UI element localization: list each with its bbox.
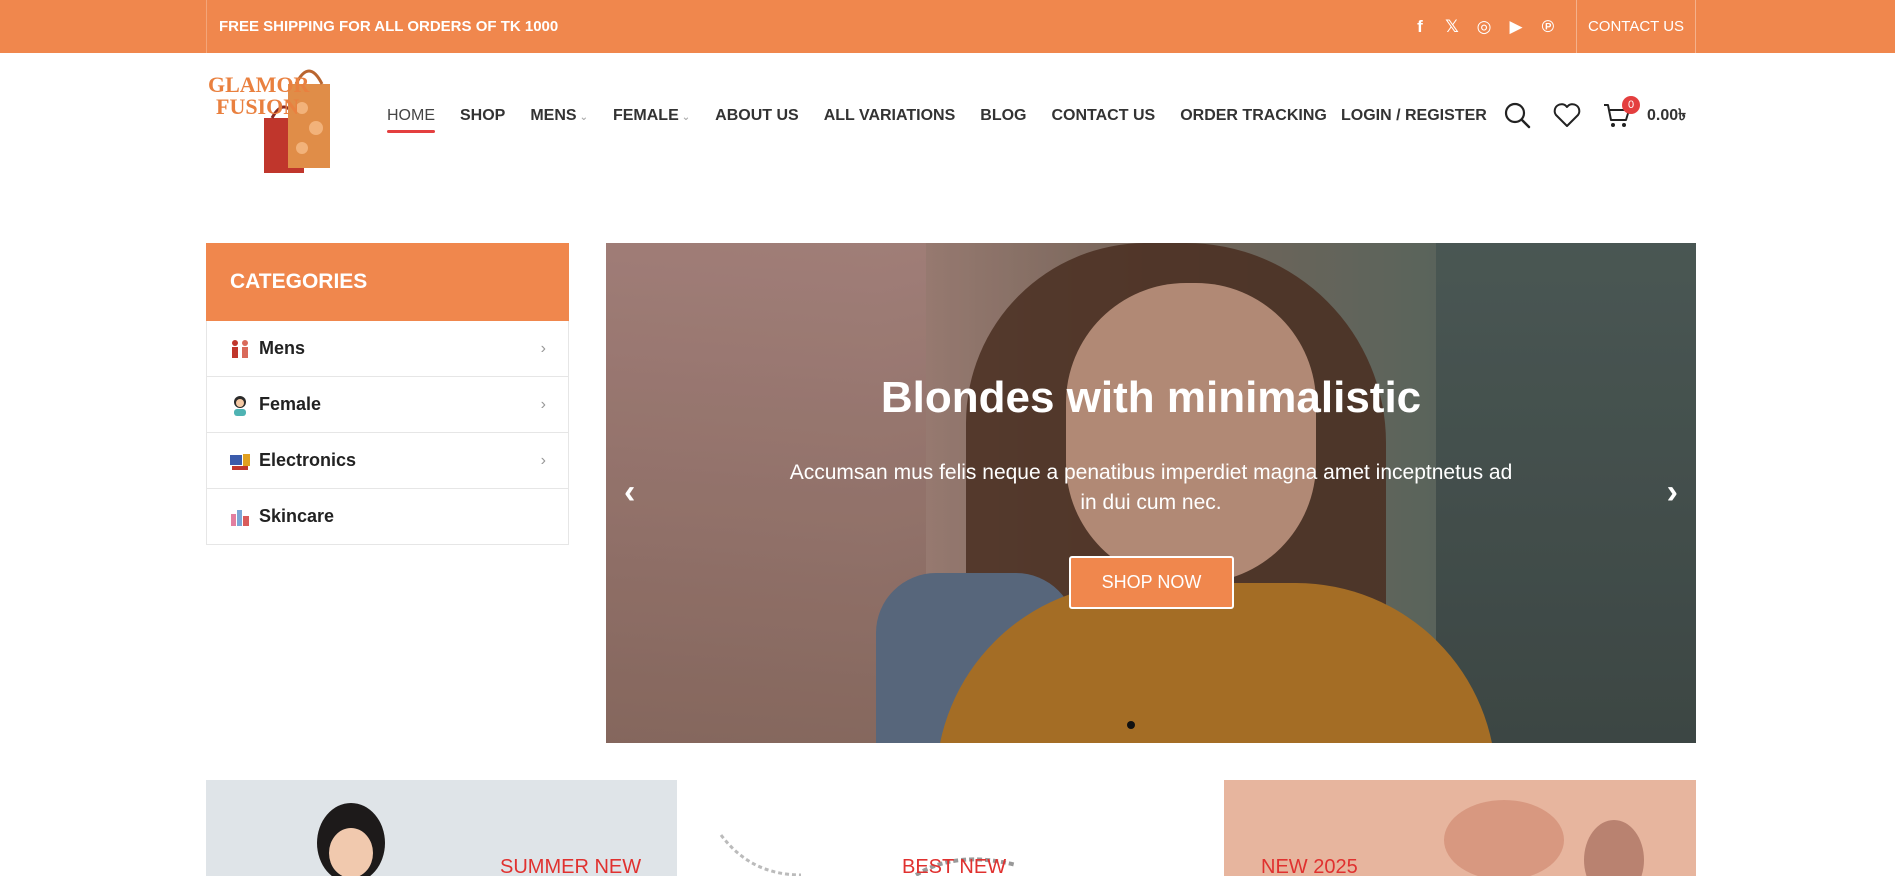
shop-now-button[interactable]: SHOP NOW [1069,556,1234,609]
category-item-female[interactable]: Female › [206,377,569,433]
hero-description: Accumsan mus felis neque a penatibus imp… [789,461,1513,514]
cart-count-badge: 0 [1622,96,1640,114]
pinterest-icon[interactable]: ℗ [1538,17,1558,37]
nav-mens-label: MENS [530,107,577,124]
site-logo[interactable]: GLAMOR FUSION [206,58,356,176]
logo-line-2: FUSION [216,94,300,119]
search-icon[interactable] [1502,100,1532,130]
promo-child-image [317,803,385,876]
promo-label: NEW 2025 [1261,856,1358,876]
social-links: f 𝕏 ◎ ▶ ℗ [1410,0,1558,53]
slider-next-arrow-icon[interactable]: › [1667,473,1678,512]
nav-order-tracking[interactable]: ORDER TRACKING [1180,107,1327,125]
promo-face-image [1444,800,1644,876]
top-bar: FREE SHIPPING FOR ALL ORDERS OF TK 1000 … [0,0,1895,53]
slider-prev-arrow-icon[interactable]: ‹ [624,473,635,512]
promo-label: SUMMER NEW [500,856,642,876]
category-label: Female [259,394,322,414]
category-label: Electronics [259,450,357,470]
promo-label: BEST NEW [902,856,1007,876]
x-icon[interactable]: 𝕏 [1442,17,1462,37]
logo-line-1: GLAMOR [208,72,310,97]
promo-banner-2025[interactable]: NEW 2025 [1224,780,1696,876]
electronics-icon [230,453,250,470]
category-item-mens[interactable]: Mens › [206,321,569,377]
chevron-right-icon: › [540,451,546,469]
categories-panel: CATEGORIES Mens › Female › Electronics ›… [206,243,569,545]
nav-home[interactable]: HOME [387,107,435,133]
category-item-skincare[interactable]: Skincare [206,489,569,545]
chevron-down-icon: ⌄ [681,112,691,123]
female-icon [234,395,246,416]
main-nav: HOME SHOP MENS ⌄ FEMALE ⌄ ABOUT US ALL VAR… [387,96,1352,136]
skincare-icon [231,509,249,526]
nav-about-us[interactable]: ABOUT US [715,107,799,125]
nav-mens[interactable]: MENS ⌄ [530,107,588,125]
nav-contact-us[interactable]: CONTACT US [1051,107,1155,125]
categories-title: CATEGORIES [206,243,569,321]
youtube-icon[interactable]: ▶ [1506,17,1526,37]
login-register-link[interactable]: LOGIN / REGISTER [1341,96,1487,136]
category-item-electronics[interactable]: Electronics › [206,433,569,489]
instagram-icon[interactable]: ◎ [1474,17,1494,37]
slider-dot[interactable] [1127,721,1135,729]
nav-female-label: FEMALE [612,107,679,124]
chevron-down-icon: ⌄ [579,112,588,123]
chevron-right-icon: › [540,395,546,413]
mens-icon [232,339,248,358]
wishlist-heart-icon[interactable] [1552,100,1582,130]
nav-shop[interactable]: SHOP [460,107,505,125]
logo-text: GLAMOR FUSION [208,74,309,118]
chevron-right-icon: › [540,339,546,357]
promo-banner-summer[interactable]: SUMMER NEW [206,780,677,876]
nav-female[interactable]: FEMALE ⌄ [613,107,690,125]
category-label: Skincare [259,506,335,526]
nav-all-variations[interactable]: ALL VARIATIONS [824,107,956,125]
hero-title: Blondes with minimalistic [880,373,1422,422]
category-label: Mens [259,338,306,358]
facebook-icon[interactable]: f [1410,17,1430,37]
top-contact-link[interactable]: CONTACT US [1576,0,1696,53]
promo-banner-best[interactable]: BEST NEW [696,780,1204,876]
hero-slider: Blondes with minimalistic Accumsan mus f… [606,243,1696,743]
free-shipping-notice: FREE SHIPPING FOR ALL ORDERS OF TK 1000 [206,0,558,53]
nav-blog[interactable]: BLOG [980,107,1026,125]
cart-total[interactable]: 0.00৳ [1647,96,1686,136]
